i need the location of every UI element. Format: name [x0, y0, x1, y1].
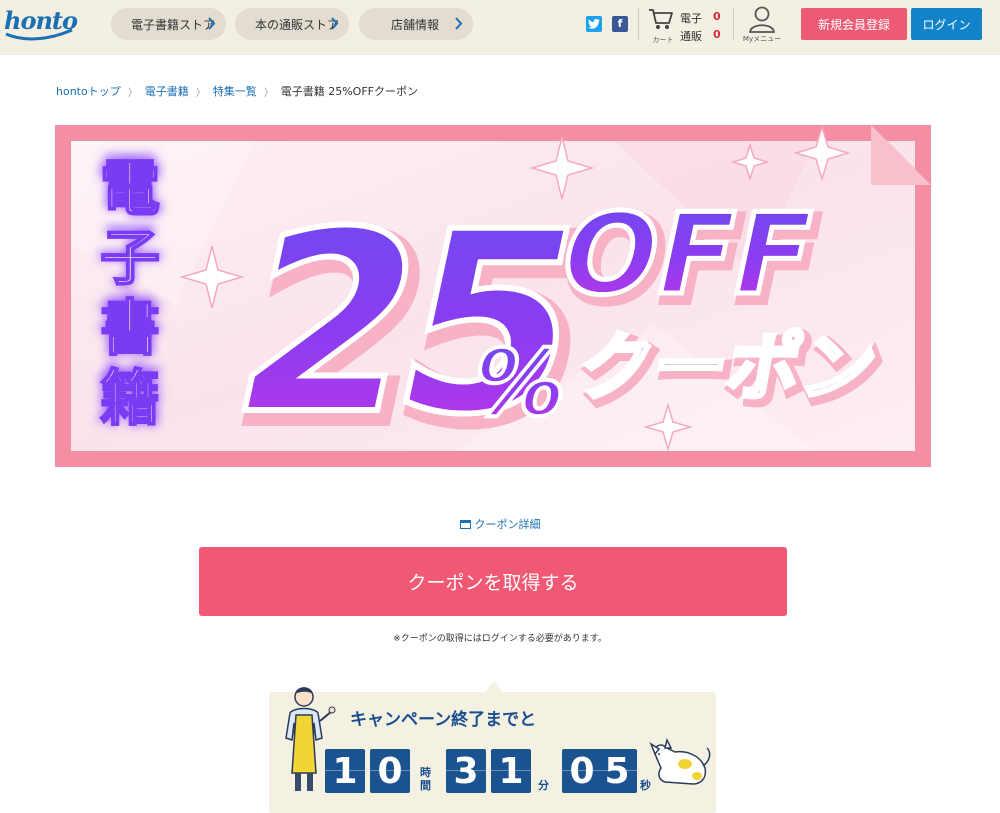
coupon-detail-label: クーポン詳細: [474, 518, 541, 531]
ebook-count-value: 0: [713, 10, 721, 23]
chevron-right-icon: [208, 17, 216, 30]
nav-ebook-store[interactable]: 電子書籍ストア: [111, 8, 226, 40]
facebook-icon[interactable]: f: [612, 16, 628, 32]
cart-caption: カート: [652, 36, 674, 44]
nav-book-store-label: 本の通販ストア: [255, 17, 340, 32]
breadcrumb-ebook[interactable]: 電子書籍: [145, 83, 189, 99]
banner-vertical-text: 電: [100, 154, 160, 224]
countdown-unit-hours: 間: [420, 779, 431, 792]
cat-illustration: [649, 738, 711, 785]
breadcrumb: hontoトップ 〉 電子書籍 〉 特集一覧 〉 電子書籍 25%OFFクーポン: [56, 83, 418, 99]
cart-button[interactable]: カート: [648, 6, 678, 46]
get-coupon-button[interactable]: クーポンを取得する: [199, 547, 787, 616]
user-icon: [749, 6, 775, 33]
ebook-count-label: 電子: [680, 12, 702, 25]
register-button[interactable]: 新規会員登録: [801, 8, 907, 40]
chevron-right-icon: [455, 17, 463, 30]
countdown-minutes-digit: 1: [491, 749, 531, 793]
breadcrumb-current: 電子書籍 25%OFFクーポン: [280, 85, 418, 98]
window-icon: [459, 520, 471, 529]
breadcrumb-home[interactable]: hontoトップ: [56, 83, 121, 99]
countdown-seconds-digit: 0: [562, 749, 602, 793]
mailorder-count-value: 0: [713, 28, 721, 41]
nav-book-store[interactable]: 本の通販ストア: [235, 8, 349, 40]
countdown-title: キャンペーン終了までと: [350, 710, 537, 730]
banner-vertical-text: 子: [100, 224, 160, 294]
countdown-seconds-digit: 5: [597, 749, 637, 793]
mymenu-caption: Myメニュー: [742, 35, 782, 43]
breadcrumb-features[interactable]: 特集一覧: [213, 83, 257, 99]
honto-logo[interactable]: honto: [4, 4, 78, 44]
banner-coupon: クーポン: [572, 325, 883, 411]
header-divider: [733, 8, 734, 40]
breadcrumb-separator: 〉: [195, 87, 206, 99]
breadcrumb-separator: 〉: [127, 87, 138, 99]
countdown-tip: [485, 681, 503, 692]
login-button[interactable]: ログイン: [911, 8, 982, 40]
countdown-unit-minutes: 分: [538, 779, 549, 792]
banner-off: OFF: [549, 189, 825, 320]
logo-swoosh-icon: [5, 28, 73, 41]
nav-shop-info[interactable]: 店舗情報: [359, 8, 473, 40]
chevron-right-icon: [331, 17, 339, 30]
nav-ebook-store-label: 電子書籍ストア: [131, 17, 216, 32]
breadcrumb-separator: 〉: [263, 87, 274, 99]
cart-icon: [649, 9, 673, 29]
site-header: honto 電子書籍ストア 本の通販ストア 店舗情報 f カート 電子 0 通販…: [0, 0, 1000, 55]
mailorder-count-label: 通販: [680, 30, 702, 43]
coupon-detail-link[interactable]: クーポン詳細: [0, 516, 1000, 532]
nav-shop-info-label: 店舗情報: [391, 17, 440, 32]
mymenu-button[interactable]: Myメニュー: [743, 5, 781, 45]
banner-vertical-text: 書: [100, 294, 160, 364]
countdown-hours-digit: 1: [325, 749, 365, 793]
header-divider: [638, 8, 639, 40]
banner-vertical-text: 籍: [100, 364, 160, 434]
countdown-hours-digit: 0: [370, 749, 410, 793]
twitter-icon[interactable]: [586, 16, 602, 32]
login-required-note: ※クーポンの取得にはログインする必要があります。: [393, 634, 607, 644]
countdown-minutes-digit: 3: [446, 749, 486, 793]
campaign-banner: 電 子 書 籍 電 子 書 籍 25 25 % OFF OFF クーポン クーポ…: [55, 125, 931, 467]
